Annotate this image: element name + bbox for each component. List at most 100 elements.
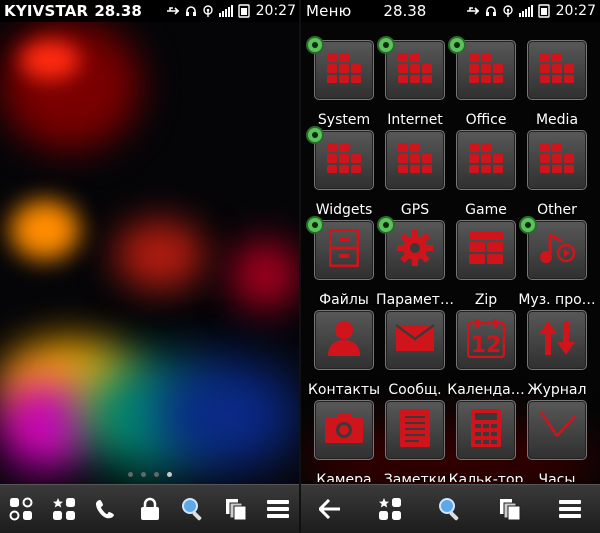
menu-app-calendar[interactable]: 12 Календа… bbox=[447, 310, 525, 398]
calculator-icon bbox=[470, 408, 502, 452]
menu-icon bbox=[267, 500, 290, 518]
page-dot[interactable] bbox=[154, 472, 159, 477]
app-tile[interactable] bbox=[527, 310, 587, 370]
signal-bars-icon bbox=[518, 5, 533, 17]
page-indicator bbox=[128, 472, 172, 477]
menu-bottom-bar bbox=[300, 484, 600, 533]
tasks-icon bbox=[500, 499, 521, 521]
app-tile[interactable] bbox=[385, 130, 445, 190]
gear-icon bbox=[396, 229, 434, 271]
menu-app-contact[interactable]: Контакты bbox=[308, 310, 380, 398]
clock-icon bbox=[537, 408, 577, 452]
folder-grid-icon bbox=[397, 52, 433, 88]
tasks-button[interactable] bbox=[216, 489, 256, 529]
page-dot-active[interactable] bbox=[167, 472, 172, 477]
svg-text:12: 12 bbox=[471, 333, 502, 358]
menu-app-music[interactable]: Муз. про… bbox=[518, 216, 596, 308]
page-dot[interactable] bbox=[141, 472, 146, 477]
headset-icon bbox=[185, 6, 196, 16]
menu-app-envelope[interactable]: Сообщ. bbox=[381, 310, 451, 398]
menu-app-folder-grid[interactable]: GPS bbox=[381, 130, 451, 218]
clock-time: 20:27 bbox=[255, 3, 296, 19]
menu-app-folder-grid[interactable]: Office bbox=[448, 36, 522, 128]
app-tile[interactable]: 12 bbox=[456, 310, 516, 370]
app-tile[interactable] bbox=[527, 130, 587, 190]
screen-title: Меню bbox=[306, 2, 352, 20]
menu-app-folder-grid[interactable]: Media bbox=[523, 40, 593, 128]
folder-badge-icon bbox=[377, 216, 395, 234]
battery-icon bbox=[237, 4, 250, 18]
menu-app-folder-grid[interactable]: Internet bbox=[377, 36, 451, 128]
folder-grid-icon bbox=[468, 52, 504, 88]
signal-value: 28.38 bbox=[383, 2, 427, 20]
app-tile[interactable] bbox=[527, 40, 587, 100]
folder-badge-icon bbox=[306, 126, 324, 144]
folder-grid-icon bbox=[397, 142, 433, 178]
menu-app-folder-grid[interactable]: System bbox=[306, 36, 380, 128]
menu-app-cabinet[interactable]: Файлы bbox=[306, 216, 380, 308]
menu-app-clock[interactable]: Часы bbox=[523, 400, 593, 482]
app-tile[interactable] bbox=[385, 400, 445, 460]
menu-app-notes[interactable]: Заметки bbox=[381, 400, 451, 482]
folder-grid-icon bbox=[539, 142, 575, 178]
apps-button[interactable] bbox=[1, 489, 41, 529]
lock-button[interactable] bbox=[130, 489, 170, 529]
wallpaper-blob bbox=[0, 20, 140, 150]
search-button[interactable] bbox=[430, 489, 470, 529]
folder-badge-icon bbox=[377, 36, 395, 54]
folder-badge-icon bbox=[306, 36, 324, 54]
app-tile[interactable] bbox=[527, 400, 587, 460]
folder-grid-icon bbox=[539, 52, 575, 88]
page-dot[interactable] bbox=[128, 472, 133, 477]
app-tile[interactable] bbox=[314, 400, 374, 460]
menu-app-log[interactable]: Журнал bbox=[523, 310, 593, 398]
app-tile[interactable] bbox=[456, 400, 516, 460]
search-button[interactable] bbox=[173, 489, 213, 529]
app-label: Media bbox=[535, 112, 579, 128]
camera-icon bbox=[324, 412, 364, 448]
app-label: Журнал bbox=[527, 382, 587, 398]
app-tile[interactable] bbox=[456, 220, 516, 280]
apps-grid-icon bbox=[9, 497, 33, 521]
signal-bars-icon bbox=[218, 5, 233, 17]
phone-button[interactable] bbox=[87, 489, 127, 529]
menu-button[interactable] bbox=[550, 489, 590, 529]
menu-app-folder-grid[interactable]: Other bbox=[523, 130, 593, 218]
app-tile[interactable] bbox=[385, 310, 445, 370]
menu-app-camera[interactable]: Камера bbox=[310, 400, 380, 482]
phone-icon bbox=[96, 500, 115, 519]
folder-badge-icon bbox=[306, 216, 324, 234]
tasks-button[interactable] bbox=[490, 489, 530, 529]
calendar-icon: 12 bbox=[466, 318, 506, 362]
app-tile[interactable] bbox=[314, 310, 374, 370]
wallpaper-blob bbox=[115, 220, 205, 290]
favorites-icon bbox=[379, 498, 401, 520]
back-button[interactable] bbox=[310, 489, 350, 529]
wallpaper-blob bbox=[10, 200, 80, 260]
wallpaper-blob bbox=[0, 380, 90, 470]
folder-badge-icon bbox=[519, 216, 537, 234]
menu-app-gear[interactable]: Парамет… bbox=[376, 216, 454, 308]
wallpaper-blob bbox=[20, 40, 80, 80]
battery-icon bbox=[537, 4, 550, 18]
wallpaper-blob bbox=[230, 240, 300, 310]
contact-icon bbox=[327, 319, 361, 361]
favorites-button[interactable] bbox=[44, 489, 84, 529]
app-tile[interactable] bbox=[456, 130, 516, 190]
notes-icon bbox=[399, 408, 431, 452]
folder-grid-icon bbox=[326, 52, 362, 88]
menu-app-folder-grid[interactable]: Widgets bbox=[306, 126, 380, 218]
usb-icon bbox=[466, 7, 479, 15]
favorites-button[interactable] bbox=[370, 489, 410, 529]
menu-button[interactable] bbox=[258, 489, 298, 529]
wallpaper-blob bbox=[150, 360, 300, 470]
folder-grid-icon bbox=[326, 142, 362, 178]
menu-app-zip[interactable]: Zip bbox=[452, 220, 522, 308]
menu-screen: Меню 28.38 20:27 System Internet Office Med… bbox=[300, 0, 600, 533]
home-bottom-bar bbox=[0, 484, 300, 533]
menu-app-folder-grid[interactable]: Game bbox=[452, 130, 522, 218]
menu-app-calculator[interactable]: Кальк-тор bbox=[449, 400, 523, 482]
app-label: Муз. про… bbox=[518, 292, 596, 308]
search-icon bbox=[439, 498, 459, 521]
status-bar: KYIVSTAR 28.38 20:27 bbox=[0, 0, 300, 22]
